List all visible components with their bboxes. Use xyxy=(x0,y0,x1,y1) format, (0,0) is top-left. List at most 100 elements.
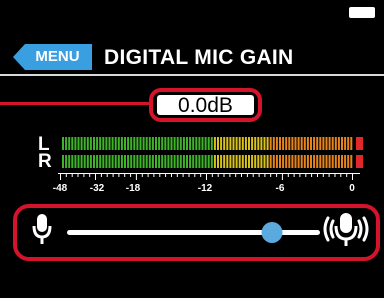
level-meter xyxy=(58,137,363,180)
meter-segment-left xyxy=(133,137,136,150)
meter-segment-right xyxy=(62,155,64,168)
scale-tick xyxy=(334,174,336,177)
scale-label: -18 xyxy=(125,183,141,194)
meter-segment-right xyxy=(266,155,269,168)
gain-slider-knob[interactable] xyxy=(261,222,283,243)
meter-segment-left xyxy=(257,137,260,150)
meter-segment-right xyxy=(68,155,71,168)
meter-segment-left xyxy=(167,137,170,150)
meter-segment-right xyxy=(139,155,142,168)
meter-segment-right xyxy=(322,155,325,168)
meter-segment-left xyxy=(139,137,142,150)
scale-tick xyxy=(182,174,184,177)
meter-segment-right xyxy=(316,155,319,168)
scale-tick xyxy=(124,174,126,177)
meter-segment-right xyxy=(176,155,179,168)
meter-segment-right xyxy=(192,155,195,168)
meter-segment-right xyxy=(89,155,92,168)
meter-segment-left xyxy=(238,137,241,150)
meter-segment-right xyxy=(254,155,257,168)
scale-tick xyxy=(153,174,155,177)
meter-segment-right xyxy=(229,155,232,168)
meter-segment-right xyxy=(80,155,83,168)
meter-segment-left xyxy=(114,137,117,150)
meter-segment-right xyxy=(344,155,347,168)
meter-segment-left xyxy=(117,137,120,150)
meter-segment-right xyxy=(164,155,167,168)
meter-segment-left xyxy=(254,137,257,150)
scale-baseline xyxy=(58,173,360,174)
meter-segment-right xyxy=(124,155,126,168)
meter-segment-left xyxy=(350,137,353,150)
scale-tick xyxy=(229,174,231,177)
scale-tick xyxy=(328,174,330,177)
scale-label: -32 xyxy=(89,183,105,194)
meter-segment-left xyxy=(217,137,219,150)
meter-segment-right xyxy=(294,155,297,168)
meter-segment-left xyxy=(204,137,207,150)
meter-segment-left xyxy=(96,137,99,150)
peak-indicator xyxy=(356,155,363,168)
meter-segment-left xyxy=(310,137,312,150)
meter-segment-right xyxy=(77,155,80,168)
meter-segment-left xyxy=(105,137,108,150)
meter-segment-left xyxy=(331,137,334,150)
peak-indicator xyxy=(356,137,363,150)
meter-segment-right xyxy=(179,155,182,168)
meter-segment-left xyxy=(337,137,340,150)
meter-segment-right xyxy=(272,155,275,168)
meter-segment-left xyxy=(142,137,145,150)
meter-segment-right xyxy=(130,155,133,168)
meter-segment-right xyxy=(244,155,247,168)
meter-segment-left xyxy=(347,137,350,150)
meter-segment-left xyxy=(136,137,139,150)
meter-segment-left xyxy=(210,137,213,150)
meter-segment-left xyxy=(279,137,281,150)
meter-segment-left xyxy=(164,137,167,150)
scale-tick xyxy=(65,174,67,177)
scale-label: -12 xyxy=(197,183,213,194)
scale-tick xyxy=(194,174,196,177)
meter-segment-right xyxy=(319,155,322,168)
meter-segment-right xyxy=(232,155,235,168)
scale-tick xyxy=(346,174,348,177)
meter-segment-left xyxy=(220,137,223,150)
meter-segment-right xyxy=(337,155,340,168)
scale-label: 0 xyxy=(349,183,355,194)
meter-segment-right xyxy=(241,155,244,168)
meter-segment-left xyxy=(207,137,210,150)
meter-segment-right xyxy=(341,155,343,168)
scale-tick xyxy=(258,174,260,177)
scale-tick xyxy=(100,174,102,177)
meter-segment-left xyxy=(111,137,114,150)
meter-segment-right xyxy=(248,155,250,168)
scale-tick xyxy=(171,174,172,177)
meter-segment-right xyxy=(306,155,309,168)
meter-segment-left xyxy=(151,137,154,150)
scale-tick xyxy=(305,174,307,177)
meter-segment-left xyxy=(186,137,188,150)
scale-tick xyxy=(130,174,132,177)
meter-segment-left xyxy=(319,137,322,150)
meter-segment-right xyxy=(213,155,216,168)
meter-segment-right xyxy=(235,155,238,168)
meter-segment-left xyxy=(145,137,148,150)
meter-segment-right xyxy=(161,155,164,168)
meter-segment-left xyxy=(251,137,254,150)
meter-segment-left xyxy=(170,137,173,150)
scale-tick xyxy=(241,174,242,177)
meter-segment-right xyxy=(74,155,77,168)
scale-tick xyxy=(317,174,318,177)
meter-segment-right xyxy=(65,155,68,168)
scale-tick xyxy=(60,174,61,180)
scale-tick xyxy=(135,174,137,180)
meter-segment-right xyxy=(99,155,102,168)
meter-segment-right xyxy=(325,155,328,168)
meter-segment-right xyxy=(223,155,226,168)
meter-segment-left xyxy=(108,137,111,150)
meter-segment-left xyxy=(155,137,157,150)
meter-segment-left xyxy=(303,137,306,150)
meter-segment-left xyxy=(127,137,130,150)
meter-segment-right xyxy=(120,155,123,168)
meter-segment-right xyxy=(182,155,185,168)
